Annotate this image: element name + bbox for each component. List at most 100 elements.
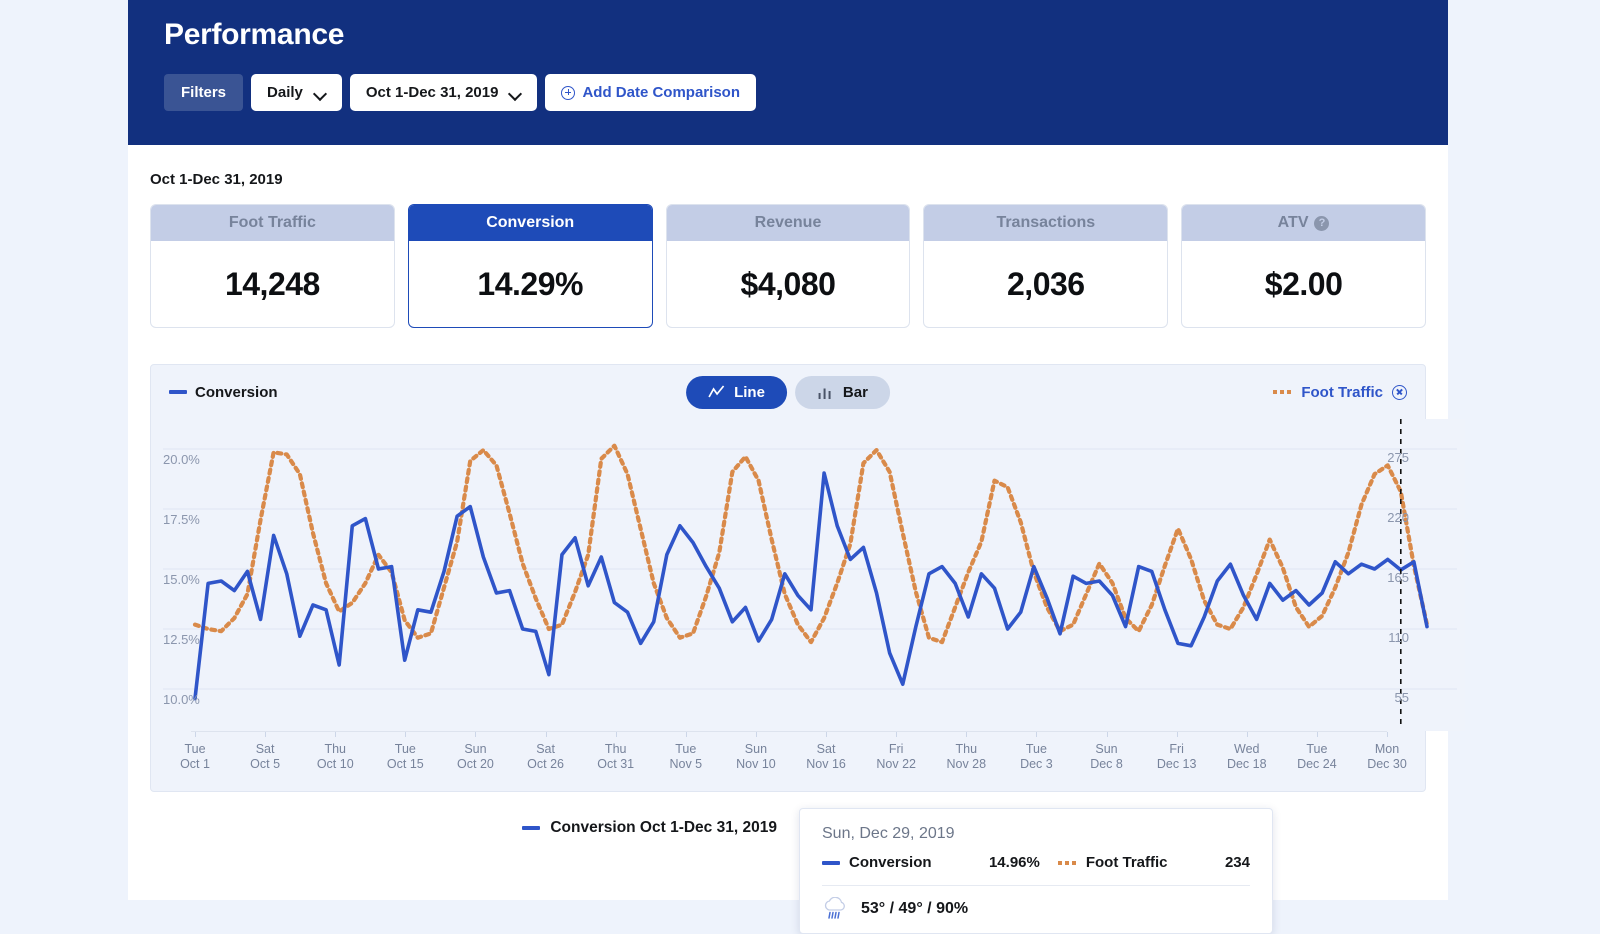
tooltip-foot-traffic-label: Foot Traffic: [1058, 854, 1168, 871]
kpi-label: ATV: [1278, 214, 1309, 232]
legend-label: Conversion Oct 1-Dec 31, 2019: [550, 819, 777, 837]
x-axis-tick-mark: [826, 732, 827, 737]
line-label: Line: [734, 384, 765, 401]
kpi-card-conversion[interactable]: Conversion 14.29%: [408, 204, 653, 328]
x-axis-tick-label: ThuOct 31: [597, 742, 634, 772]
chart-series-label: Conversion: [169, 384, 278, 401]
x-axis-tick-label: SunOct 20: [457, 742, 494, 772]
y-axis-right-tick: 275: [1387, 450, 1409, 465]
chart-plot-area: 20.0%17.5%15.0%12.5%10.0% 27522016511055: [155, 419, 1421, 731]
x-axis-tick-mark: [1317, 732, 1318, 737]
x-axis-tick-mark: [1387, 732, 1388, 737]
kpi-value: 2,036: [924, 241, 1167, 327]
x-axis-tick-mark: [686, 732, 687, 737]
date-range-value: Oct 1-Dec 31, 2019: [366, 84, 499, 101]
tooltip-conversion-value: 14.96%: [989, 854, 1058, 871]
weather-text: 53° / 49° / 90%: [861, 900, 968, 918]
y-axis-left-tick: 17.5%: [163, 512, 200, 527]
chart-type-toggle: Line Bar: [686, 376, 890, 409]
chart-tooltip: Sun, Dec 29, 2019 Conversion 14.96% Foot…: [799, 808, 1273, 934]
series-name: Conversion: [195, 384, 278, 401]
kpi-card-header: Revenue: [667, 205, 910, 241]
rain-cloud-icon: [822, 897, 849, 921]
close-icon[interactable]: [1392, 385, 1407, 400]
bar-label: Bar: [843, 384, 868, 401]
x-axis-tick-label: ThuNov 28: [946, 742, 986, 772]
kpi-value: $2.00: [1182, 241, 1425, 327]
chart-type-line-button[interactable]: Line: [686, 376, 787, 409]
kpi-card-atv[interactable]: ATV ? $2.00: [1181, 204, 1426, 328]
kpi-card-transactions[interactable]: Transactions 2,036: [923, 204, 1168, 328]
x-axis-tick-label: TueDec 24: [1297, 742, 1337, 772]
x-axis-tick-label: TueOct 15: [387, 742, 424, 772]
x-axis-tick-label: SunNov 10: [736, 742, 776, 772]
x-axis-tick-label: FriNov 22: [876, 742, 916, 772]
tooltip-conversion-text: Conversion: [849, 854, 932, 871]
x-axis-tick-label: SatOct 5: [250, 742, 280, 772]
kpi-value: 14.29%: [409, 241, 652, 327]
kpi-label: Conversion: [486, 214, 574, 232]
x-axis-tick-mark: [616, 732, 617, 737]
page-title: Performance: [164, 18, 1448, 52]
kpi-card-header: Foot Traffic: [151, 205, 394, 241]
chevron-down-icon: [510, 89, 521, 96]
filters-button[interactable]: Filters: [164, 74, 243, 111]
kpi-label: Revenue: [755, 214, 822, 232]
x-axis-tick-label: SatOct 26: [527, 742, 564, 772]
dotted-swatch-icon: [1058, 861, 1077, 865]
x-axis-tick-mark: [1036, 732, 1037, 737]
kpi-card-revenue[interactable]: Revenue $4,080: [666, 204, 911, 328]
kpi-value: 14,248: [151, 241, 394, 327]
kpi-value: $4,080: [667, 241, 910, 327]
kpi-card-header: ATV ?: [1182, 205, 1425, 241]
dashboard-body: Oct 1-Dec 31, 2019 Foot Traffic 14,248 C…: [128, 145, 1448, 837]
kpi-card-foot-traffic[interactable]: Foot Traffic 14,248: [150, 204, 395, 328]
x-axis-tick-label: SunDec 8: [1090, 742, 1123, 772]
chart-toolbar: Conversion Line: [151, 365, 1425, 419]
x-axis-tick-mark: [195, 732, 196, 737]
plus-circle-icon: [561, 86, 575, 100]
x-axis-tick-mark: [405, 732, 406, 737]
help-icon[interactable]: ?: [1314, 216, 1329, 231]
x-axis-tick-label: TueDec 3: [1020, 742, 1053, 772]
tooltip-date: Sun, Dec 29, 2019: [822, 825, 1250, 843]
legend-item-conversion[interactable]: Conversion Oct 1-Dec 31, 2019: [522, 819, 777, 837]
active-range-label: Oct 1-Dec 31, 2019: [150, 171, 1426, 188]
chart-type-bar-button[interactable]: Bar: [795, 376, 890, 409]
kpi-card-row: Foot Traffic 14,248 Conversion 14.29% Re…: [150, 204, 1426, 328]
chart-panel: Conversion Line: [150, 364, 1426, 792]
y-axis-left-tick: 20.0%: [163, 452, 200, 467]
x-axis-tick-mark: [265, 732, 266, 737]
date-range-dropdown[interactable]: Oct 1-Dec 31, 2019: [350, 74, 538, 111]
x-axis-tick-mark: [756, 732, 757, 737]
x-axis-tick-mark: [1107, 732, 1108, 737]
y-axis-right-tick: 55: [1395, 690, 1409, 705]
x-axis-tick-mark: [546, 732, 547, 737]
tooltip-conversion-label: Conversion: [822, 854, 932, 871]
dotted-swatch-icon: [1273, 390, 1292, 394]
foot-traffic-series-toggle[interactable]: Foot Traffic: [1273, 384, 1407, 401]
granularity-dropdown[interactable]: Daily: [251, 74, 342, 111]
add-date-comparison-button[interactable]: Add Date Comparison: [545, 74, 756, 111]
kpi-card-header: Conversion: [409, 205, 652, 241]
add-date-comparison-label: Add Date Comparison: [582, 84, 740, 101]
tooltip-weather-row: 53° / 49° / 90%: [822, 886, 1250, 921]
y-axis-left-tick: 15.0%: [163, 572, 200, 587]
y-axis-right-tick: 110: [1388, 630, 1409, 645]
line-swatch-icon: [169, 390, 187, 394]
kpi-label: Foot Traffic: [229, 214, 316, 232]
x-axis-tick-label: SatNov 16: [806, 742, 846, 772]
y-axis-left-tick: 10.0%: [163, 692, 200, 707]
tooltip-foot-traffic-text: Foot Traffic: [1086, 854, 1168, 871]
x-axis-tick-mark: [966, 732, 967, 737]
line-swatch-icon: [822, 861, 840, 865]
header-toolbar: Filters Daily Oct 1-Dec 31, 2019 Add Dat…: [164, 74, 1448, 111]
x-axis-tick-mark: [335, 732, 336, 737]
granularity-value: Daily: [267, 84, 303, 101]
chart-canvas: [155, 419, 1465, 731]
bar-chart-icon: [817, 385, 834, 399]
x-axis-tick-mark: [1177, 732, 1178, 737]
x-axis-tick-label: TueOct 1: [180, 742, 210, 772]
x-axis-tick-label: TueNov 5: [669, 742, 702, 772]
line-swatch-icon: [522, 826, 540, 830]
